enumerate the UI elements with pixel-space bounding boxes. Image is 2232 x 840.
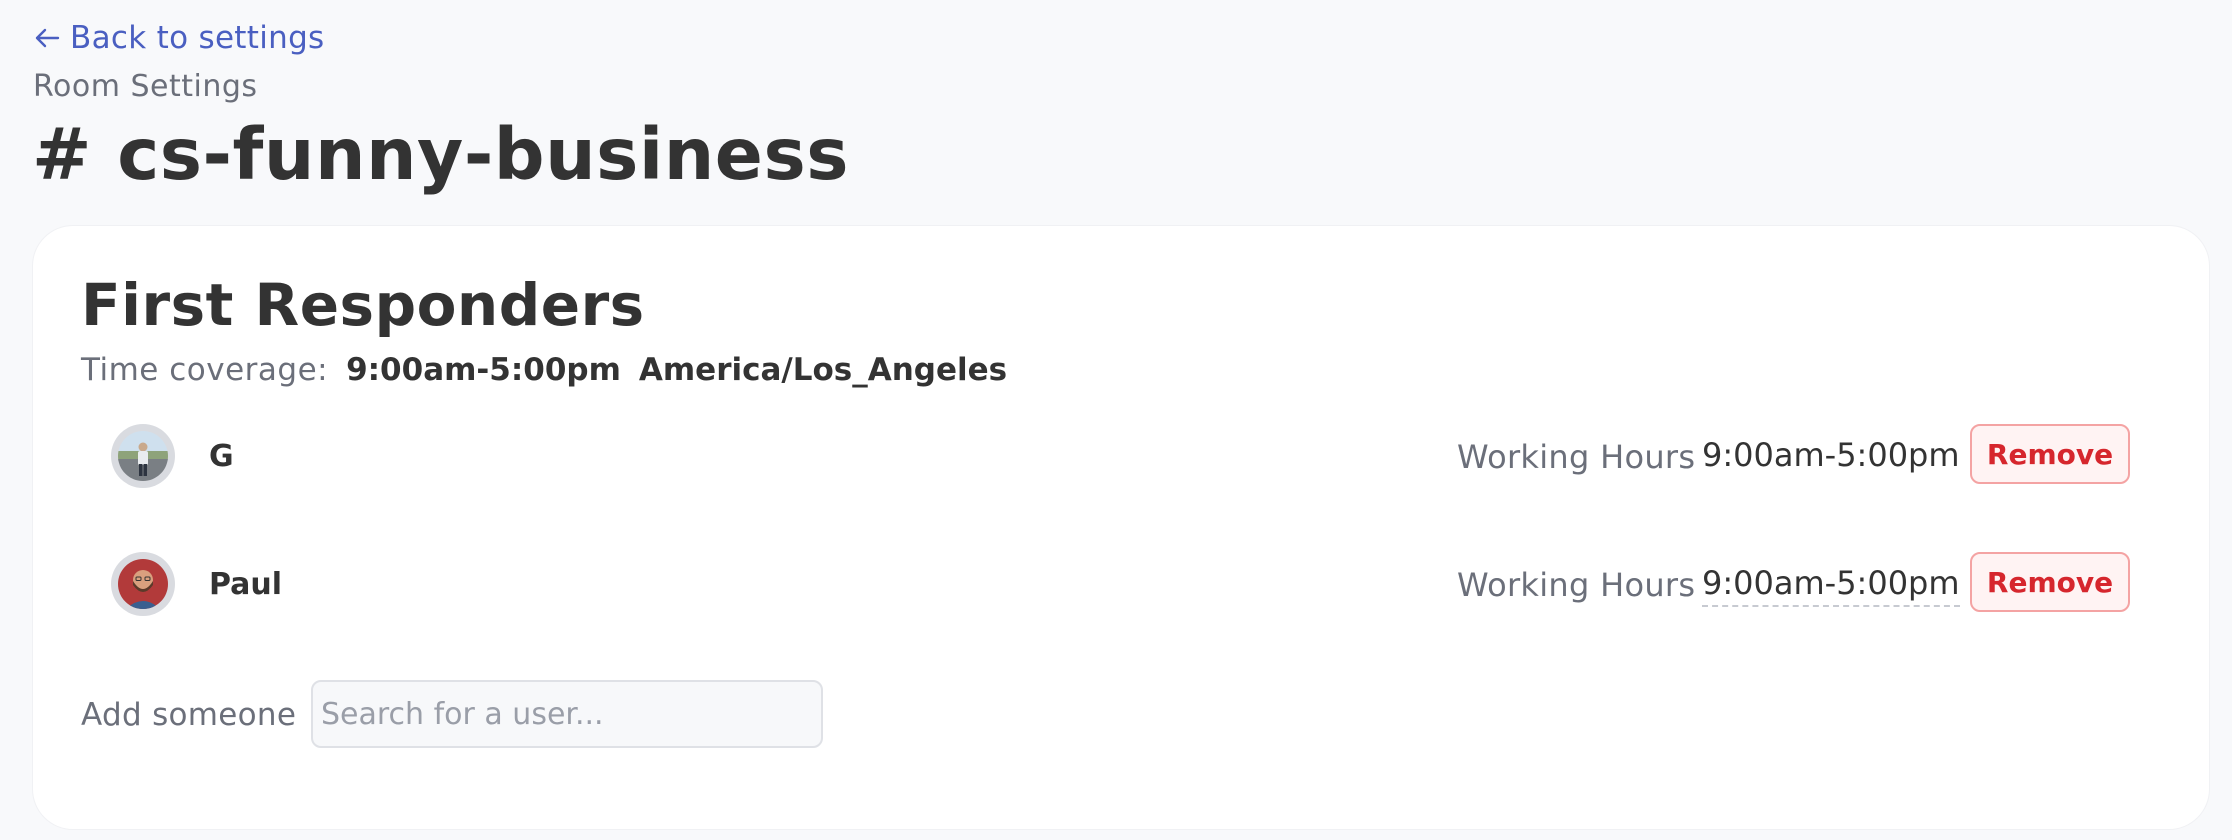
first-responders-card: First Responders Time coverage: 9:00am-5… xyxy=(33,226,2209,829)
working-hours-value[interactable]: 9:00am-5:00pm xyxy=(1702,563,1960,607)
responder-name: Paul xyxy=(209,567,283,602)
avatar xyxy=(111,424,175,488)
working-hours-value[interactable]: 9:00am-5:00pm xyxy=(1702,435,1960,477)
back-to-settings-link[interactable]: Back to settings xyxy=(34,20,325,56)
user-search-input[interactable] xyxy=(311,680,823,748)
remove-button[interactable]: Remove xyxy=(1970,552,2130,612)
add-someone-label: Add someone xyxy=(81,697,297,733)
time-coverage-label: Time coverage: xyxy=(81,352,329,388)
page-title: # cs-funny-business xyxy=(32,113,849,196)
responder-row: G Working Hours 9:00am-5:00pm Remove xyxy=(33,417,2209,497)
working-hours-label: Working Hours xyxy=(1457,438,1696,476)
back-link-label: Back to settings xyxy=(70,20,325,56)
user-photo-portrait-icon xyxy=(118,559,168,609)
time-coverage-hours: 9:00am-5:00pm xyxy=(346,352,621,388)
responder-row: Paul Working Hours 9:00am-5:00pm Remove xyxy=(33,545,2209,625)
page-subtitle: Room Settings xyxy=(33,69,258,104)
time-coverage-timezone: America/Los_Angeles xyxy=(638,352,1008,388)
avatar xyxy=(111,552,175,616)
user-photo-outdoor-icon xyxy=(118,431,168,481)
working-hours-label: Working Hours xyxy=(1457,566,1696,604)
time-coverage: Time coverage: 9:00am-5:00pm America/Los… xyxy=(81,350,1007,390)
section-title: First Responders xyxy=(81,271,645,339)
add-responder-row: Add someone xyxy=(81,680,881,750)
responder-name: G xyxy=(209,439,234,474)
arrow-left-icon xyxy=(34,28,60,48)
remove-button[interactable]: Remove xyxy=(1970,424,2130,484)
